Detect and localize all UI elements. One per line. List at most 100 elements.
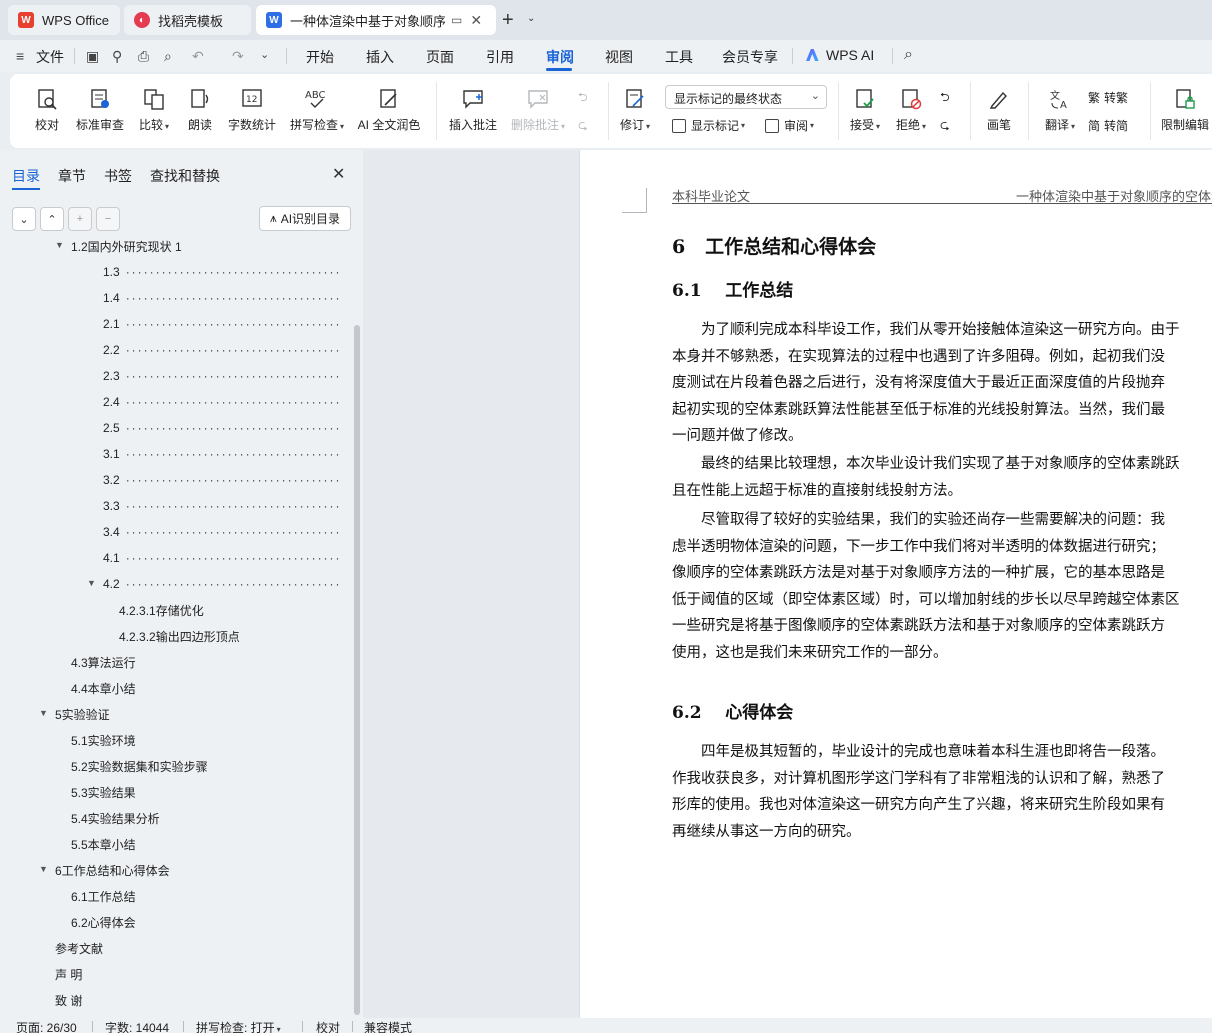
menu-review[interactable]: 审阅 (546, 47, 574, 67)
expand-toggle-icon[interactable]: ▼ (55, 240, 64, 250)
link-icon[interactable]: ⚲ (112, 48, 122, 65)
monitor-icon[interactable]: ▭ (451, 13, 462, 27)
previous-comment-icon[interactable]: ⮌ (578, 88, 588, 109)
menu-references[interactable]: 引用 (486, 47, 514, 67)
next-change-icon[interactable]: ⮎ (940, 116, 950, 137)
previous-change-icon[interactable]: ⮌ (940, 88, 950, 109)
menu-page[interactable]: 页面 (426, 47, 454, 67)
redo-icon[interactable]: ↷ (232, 48, 244, 65)
toc-item[interactable]: 5.2实验数据集和实验步骤 (71, 756, 208, 776)
menu-tools[interactable]: 工具 (665, 47, 693, 67)
tab-bookmarks[interactable]: 书签 (104, 166, 132, 186)
document-page[interactable] (579, 150, 1212, 1018)
expand-down-button[interactable]: ⌄ (12, 207, 36, 231)
toc-item[interactable]: 4.3算法运行 (71, 652, 136, 672)
print-preview-icon[interactable]: ⌕ (164, 48, 172, 65)
close-tab-icon[interactable]: ✕ (470, 12, 482, 29)
toc-item[interactable]: 4.2.3.2输出四边形顶点 (119, 626, 240, 646)
toc-scrollbar[interactable] (354, 325, 360, 1015)
toc-item[interactable]: 3.1 ·····································… (103, 444, 342, 464)
standard-review-button[interactable]: 标准审查 (74, 74, 126, 148)
remove-heading-button[interactable]: − (96, 207, 120, 231)
toc-item[interactable]: 4.4本章小结 (71, 678, 136, 698)
insert-comment-button[interactable]: 插入批注 (448, 74, 498, 148)
toc-item[interactable]: 3.2 ·····································… (103, 470, 342, 490)
toc-item[interactable]: 5.3实验结果 (71, 782, 136, 802)
show-markup-button[interactable]: 显示标记 ▾ (672, 117, 745, 134)
undo-icon[interactable]: ↶ (192, 48, 204, 65)
menu-insert[interactable]: 插入 (366, 47, 394, 67)
next-comment-icon[interactable]: ⮎ (578, 116, 588, 137)
toc-item[interactable]: 3.3 ·····································… (103, 496, 342, 516)
toc-item[interactable]: 5.1实验环境 (71, 730, 136, 750)
toc-item[interactable]: 2.5 ·····································… (103, 418, 342, 438)
menu-home[interactable]: 开始 (306, 47, 334, 67)
restrict-editing-button[interactable]: 限制编辑 (1158, 74, 1212, 148)
word-count-indicator[interactable]: 字数: 14044 (105, 1019, 169, 1033)
compare-button[interactable]: 比较 ▾ (134, 74, 174, 148)
toc-item[interactable]: 5.4实验结果分析 (71, 808, 160, 828)
pen-button[interactable]: 画笔 (984, 74, 1014, 148)
track-changes-button[interactable]: 修订 ▾ (616, 74, 654, 148)
toc-item[interactable]: 3.4 ·····································… (103, 522, 342, 542)
tab-sections[interactable]: 章节 (58, 166, 86, 186)
menu-wps-ai[interactable]: WPS AI (806, 47, 874, 63)
to-traditional-button[interactable]: 繁转繁 (1088, 89, 1128, 106)
to-simplified-button[interactable]: 简转简 (1088, 117, 1128, 134)
ai-toc-button[interactable]: ⩚ AI识别目录 (259, 206, 351, 231)
toc-item[interactable]: 2.3 ·····································… (103, 366, 342, 386)
ai-polish-button[interactable]: AI 全文润色 (356, 74, 422, 148)
toc-item[interactable]: 6.1工作总结 (71, 886, 136, 906)
accept-button[interactable]: 接受 ▾ (846, 74, 884, 148)
toc-item[interactable]: 6工作总结和心得体会 (55, 860, 170, 880)
toc-item[interactable]: 声 明 (55, 964, 82, 984)
spell-check-indicator[interactable]: 拼写检查: 打开 ▾ (196, 1019, 281, 1033)
toc-item[interactable]: 5实验验证 (55, 704, 110, 724)
collapse-up-button[interactable]: ⌃ (40, 207, 64, 231)
toc-item[interactable]: 2.1 ·····································… (103, 314, 342, 334)
menu-view[interactable]: 视图 (605, 47, 633, 67)
search-icon[interactable]: ⌕ (904, 46, 913, 64)
add-heading-button[interactable]: + (68, 207, 92, 231)
expand-toggle-icon[interactable]: ▼ (39, 708, 48, 718)
markup-state-select[interactable]: 显示标记的最终状态 ⌄ (665, 85, 827, 109)
spell-check-button[interactable]: ABC 拼写检查 ▾ (286, 74, 348, 148)
toc-item[interactable]: 参考文献 (55, 938, 103, 958)
page-indicator[interactable]: 页面: 26/30 (16, 1019, 77, 1033)
print-icon[interactable]: ⎙ (138, 48, 149, 65)
toc-item[interactable]: 1.2国内外研究现状 1 (71, 240, 182, 256)
tab-find-replace[interactable]: 查找和替换 (150, 166, 220, 186)
toc-item[interactable]: 4.2 ·····································… (103, 574, 342, 594)
toc-item[interactable]: 1.3 ·····································… (103, 262, 342, 282)
toc-item[interactable]: 4.2.3.1存储优化 (119, 600, 204, 620)
toc-item[interactable]: 致 谢 (55, 990, 82, 1010)
expand-toggle-icon[interactable]: ▼ (39, 864, 48, 874)
delete-comment-button[interactable]: 删除批注 ▾ (508, 74, 568, 148)
chevron-down-icon[interactable]: ⌄ (260, 48, 269, 61)
close-panel-icon[interactable]: ✕ (332, 164, 345, 184)
read-aloud-button[interactable]: 朗读 (186, 74, 214, 148)
menu-member[interactable]: 会员专享 (722, 47, 778, 67)
toc-item[interactable]: 2.2 ·····································… (103, 340, 342, 360)
new-tab-icon[interactable]: + (502, 9, 514, 32)
proof-indicator[interactable]: 校对 (316, 1019, 340, 1033)
review-pane-button[interactable]: 审阅 ▾ (765, 117, 814, 134)
expand-toggle-icon[interactable]: ▼ (87, 578, 96, 588)
toc-item[interactable]: 6.2心得体会 (71, 912, 136, 932)
save-icon[interactable]: ▣ (86, 48, 99, 65)
menu-file[interactable]: 文件 (36, 47, 64, 67)
translate-button[interactable]: 文A 翻译 ▾ (1040, 74, 1080, 148)
toc-item[interactable]: 2.4 ·····································… (103, 392, 342, 412)
chevron-down-icon[interactable]: ⌄ (527, 13, 535, 24)
toc-item[interactable]: 5.5本章小结 (71, 834, 136, 854)
reject-button[interactable]: 拒绝 ▾ (892, 74, 930, 148)
word-count-button[interactable]: 12 字数统计 (226, 74, 278, 148)
tab-wps-office[interactable]: W WPS Office (8, 5, 120, 35)
tab-toc[interactable]: 目录 (12, 166, 40, 186)
toc-item[interactable]: 4.1 ·····································… (103, 548, 342, 568)
hamburger-icon[interactable]: ≡ (16, 48, 24, 64)
toc-item[interactable]: 1.4 ·····································… (103, 288, 342, 308)
tab-docer-templates[interactable]: ◐ 找稻壳模板 (124, 5, 251, 35)
tab-document[interactable]: W 一种体渲染中基于对象顺序的 ▭ ✕ (256, 5, 496, 35)
proofread-button[interactable]: 校对 (30, 74, 64, 148)
